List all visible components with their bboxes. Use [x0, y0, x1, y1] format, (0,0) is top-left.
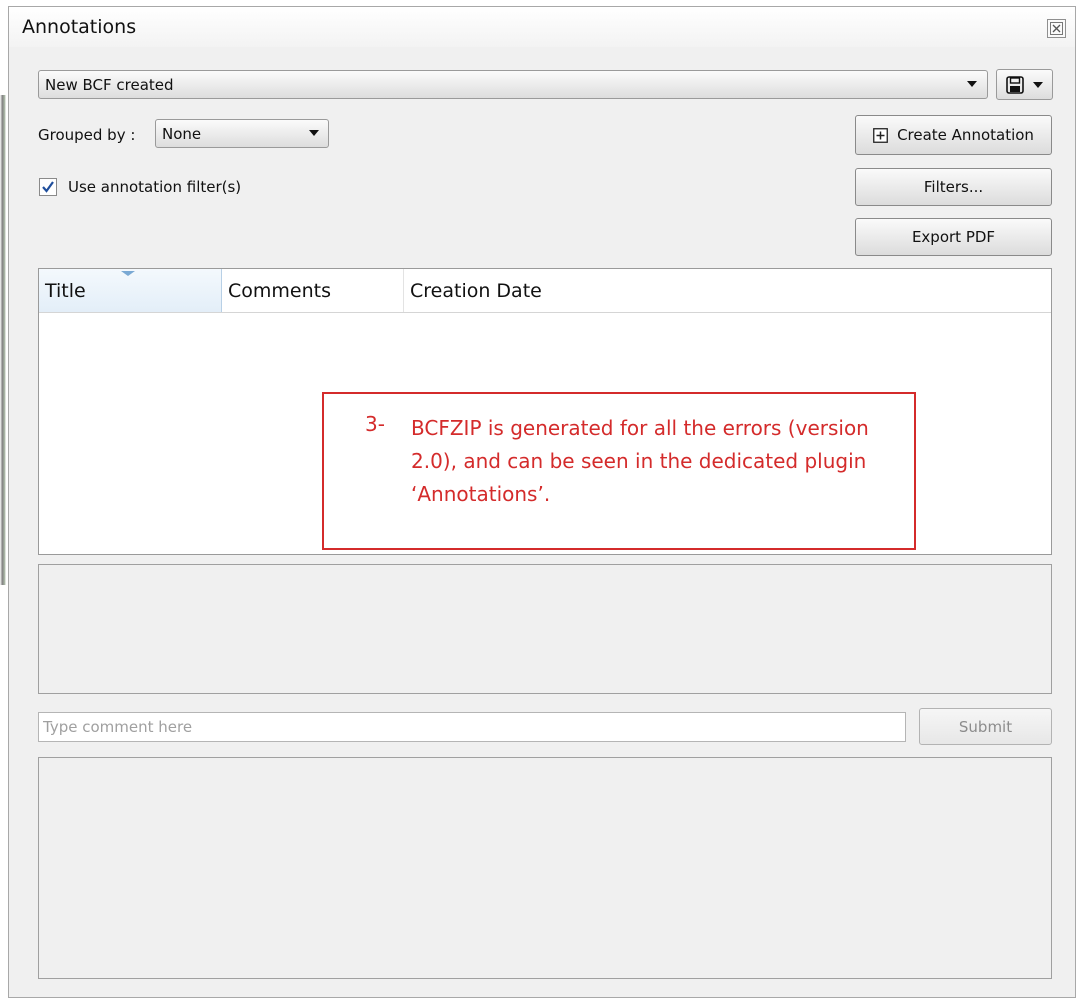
title-bar: Annotations: [9, 7, 1075, 47]
column-header-comments[interactable]: Comments: [222, 269, 404, 312]
export-pdf-button[interactable]: Export PDF: [855, 218, 1052, 256]
callout-text: BCFZIP is generated for all the errors (…: [411, 416, 869, 506]
save-bcf-button[interactable]: [996, 69, 1053, 100]
grouped-by-value: None: [162, 125, 202, 143]
close-icon: [1050, 22, 1063, 35]
callout-number: 3-: [365, 412, 385, 436]
filters-button[interactable]: Filters...: [855, 168, 1052, 206]
column-header-title[interactable]: Title: [39, 269, 222, 312]
checkmark-icon: [42, 181, 54, 193]
floppy-disk-icon: [1006, 76, 1024, 94]
list-header: Title Comments Creation Date: [39, 269, 1051, 313]
plus-box-icon: [873, 127, 888, 143]
chevron-down-icon: [1033, 82, 1043, 88]
chevron-down-icon: [967, 81, 977, 87]
grouped-by-label: Grouped by :: [38, 126, 136, 144]
column-comments-label: Comments: [228, 279, 331, 302]
bcf-select-value: New BCF created: [45, 76, 174, 94]
create-annotation-label: Create Annotation: [897, 126, 1034, 144]
submit-button[interactable]: Submit: [919, 708, 1052, 745]
comment-input[interactable]: [38, 712, 906, 742]
export-pdf-label: Export PDF: [911, 228, 996, 246]
chevron-down-icon: [309, 130, 319, 136]
grouped-by-select[interactable]: None: [155, 119, 329, 148]
sort-indicator-icon: [121, 271, 135, 276]
create-annotation-button[interactable]: Create Annotation: [855, 115, 1052, 155]
filters-label: Filters...: [923, 178, 984, 196]
close-button[interactable]: [1047, 19, 1066, 38]
submit-label: Submit: [958, 717, 1013, 736]
column-creation-date-label: Creation Date: [410, 279, 542, 302]
column-title-label: Title: [45, 279, 86, 302]
annotation-callout: 3- BCFZIP is generated for all the error…: [322, 392, 916, 550]
annotation-detail-panel: [38, 564, 1052, 694]
window-title: Annotations: [22, 16, 137, 38]
background-edge: [0, 95, 6, 585]
comments-panel: [38, 757, 1052, 979]
bcf-select[interactable]: New BCF created: [38, 70, 988, 99]
use-filter-label: Use annotation filter(s): [68, 178, 242, 196]
column-header-creation-date[interactable]: Creation Date: [404, 269, 1052, 312]
annotations-window: Annotations New BCF created Grouped by :…: [8, 6, 1076, 998]
use-filter-checkbox[interactable]: [39, 178, 57, 196]
